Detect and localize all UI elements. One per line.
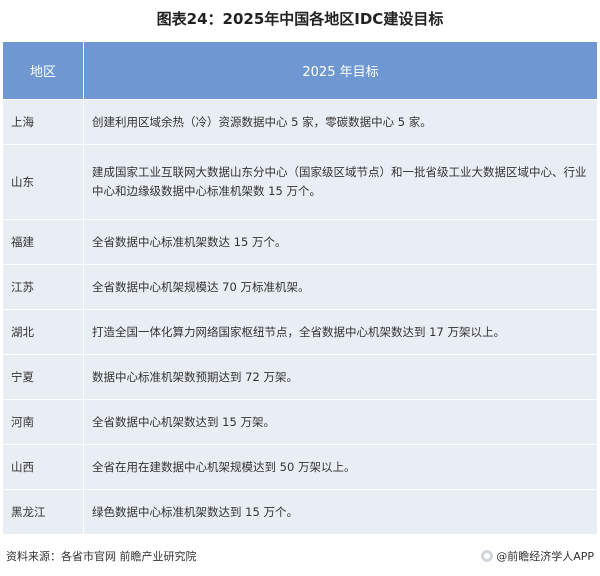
goal-cell: 创建利用区域余热（冷）资源数据中心 5 家，零碳数据中心 5 家。 [83, 99, 597, 145]
table-row: 上海 创建利用区域余热（冷）资源数据中心 5 家，零碳数据中心 5 家。 [3, 99, 597, 145]
idc-goals-table: 地区 2025 年目标 上海 创建利用区域余热（冷）资源数据中心 5 家，零碳数… [3, 42, 597, 535]
goal-cell: 全省数据中心标准机架数达 15 万个。 [83, 219, 597, 265]
table-row: 河南 全省数据中心机架数达到 15 万架。 [3, 399, 597, 445]
region-cell: 湖北 [3, 309, 84, 355]
goal-cell: 建成国家工业互联网大数据山东分中心（国家级区域节点）和一批省级工业大数据区域中心… [83, 144, 597, 220]
header-region: 地区 [3, 42, 84, 100]
goal-cell: 全省数据中心机架数达到 15 万架。 [83, 399, 597, 445]
table-row: 福建 全省数据中心标准机架数达 15 万个。 [3, 219, 597, 265]
goal-cell: 数据中心标准机架数预期达到 72 万架。 [83, 354, 597, 400]
goal-cell: 全省数据中心机架规模达 70 万标准机架。 [83, 264, 597, 310]
goal-cell: 打造全国一体化算力网络国家枢纽节点，全省数据中心机架数达到 17 万架以上。 [83, 309, 597, 355]
table-row: 湖北 打造全国一体化算力网络国家枢纽节点，全省数据中心机架数达到 17 万架以上… [3, 309, 597, 355]
qianzhan-logo-icon [481, 550, 494, 562]
chart-title: 图表24：2025年中国各地区IDC建设目标 [156, 10, 444, 28]
region-cell: 福建 [3, 219, 84, 265]
table-header-row: 地区 2025 年目标 [3, 42, 597, 100]
region-cell: 上海 [3, 99, 84, 145]
table-row: 宁夏 数据中心标准机架数预期达到 72 万架。 [3, 354, 597, 400]
brand-credit: @前瞻经济学人APP [481, 548, 594, 564]
region-cell: 山西 [3, 444, 84, 490]
source-note: 资料来源：各省市官网 前瞻产业研究院 [6, 550, 197, 563]
region-cell: 山东 [3, 144, 84, 220]
header-goal: 2025 年目标 [83, 42, 597, 100]
goal-cell: 全省在用在建数据中心机架规模达到 50 万架以上。 [83, 444, 597, 490]
table-row: 山东 建成国家工业互联网大数据山东分中心（国家级区域节点）和一批省级工业大数据区… [3, 144, 597, 220]
region-cell: 宁夏 [3, 354, 84, 400]
region-cell: 黑龙江 [3, 489, 84, 535]
table-row: 山西 全省在用在建数据中心机架规模达到 50 万架以上。 [3, 444, 597, 490]
brand-text: @前瞻经济学人APP [496, 550, 594, 563]
table-row: 江苏 全省数据中心机架规模达 70 万标准机架。 [3, 264, 597, 310]
region-cell: 江苏 [3, 264, 84, 310]
region-cell: 河南 [3, 399, 84, 445]
table-row: 黑龙江 绿色数据中心标准机架数达到 15 万个。 [3, 489, 597, 535]
goal-cell: 绿色数据中心标准机架数达到 15 万个。 [83, 489, 597, 535]
